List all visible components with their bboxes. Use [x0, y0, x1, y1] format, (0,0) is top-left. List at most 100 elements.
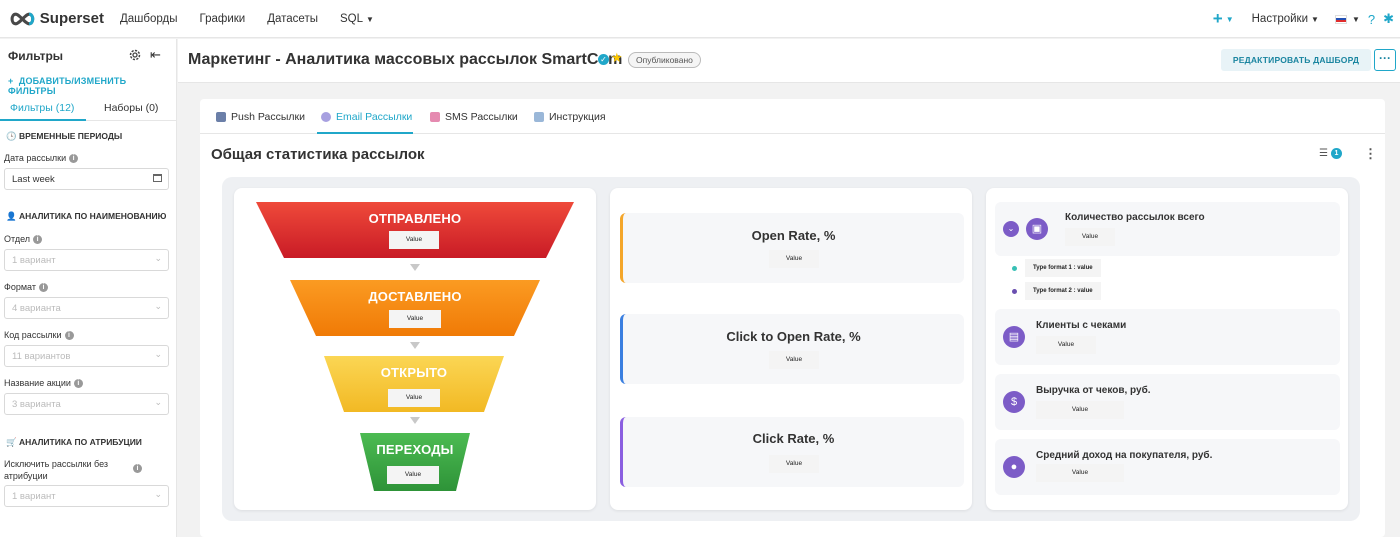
funnel-value: Value [388, 389, 440, 407]
dashboard-content: Push Рассылки Email Рассылки SMS Рассылк… [200, 99, 1385, 537]
settings-menu[interactable]: Настройки ▼ [1252, 13, 1319, 25]
exclude-select[interactable]: 1 вариант ⌄ [4, 485, 169, 507]
tab-sms[interactable]: SMS Рассылки [430, 111, 518, 123]
arrow-down-icon [410, 264, 420, 271]
settings-label: Настройки [1251, 13, 1309, 25]
funnel-label: ОТКРЫТО [380, 365, 448, 380]
code-select[interactable]: 11 вариантов ⌄ [4, 345, 169, 367]
nav-charts[interactable]: Графики [189, 13, 257, 25]
plus-icon[interactable]: + [1213, 9, 1223, 29]
arrow-down-icon [410, 417, 420, 424]
book-icon [534, 112, 544, 122]
info-icon: i [38, 282, 48, 292]
type-format-value: Type format 1 : value [1025, 259, 1101, 277]
clients-card: ▤ Клиенты с чеками Value [995, 309, 1340, 365]
funnel-label: ПЕРЕХОДЫ [376, 442, 454, 457]
sms-icon [430, 112, 440, 122]
funnel-value: Value [389, 310, 441, 328]
published-badge[interactable]: Опубликовано [628, 52, 701, 68]
rate-value: Value [769, 351, 819, 369]
kpi-title: Клиенты с чеками [1036, 320, 1127, 331]
open-rate-card: Open Rate, % Value [620, 213, 964, 283]
funnel-label: ОТПРАВЛЕНО [368, 211, 462, 226]
bug-icon[interactable]: ✱ [1383, 11, 1394, 27]
code-filter-label: Код рассылки i [4, 330, 74, 340]
info-icon: i [69, 153, 79, 163]
chevron-down-icon: ⌄ [154, 253, 162, 263]
funnel-step-sent: ОТПРАВЛЕНО Value [256, 202, 574, 258]
click-rate-card: Click Rate, % Value [620, 417, 964, 487]
chevron-down-icon[interactable]: ▼ [1226, 15, 1234, 24]
action-select[interactable]: 3 варианта ⌄ [4, 393, 169, 415]
format-placeholder: 4 варианта [12, 303, 61, 314]
funnel-panel: ОТПРАВЛЕНО Value ДОСТАВЛЕНО Value ОТКРЫТ… [234, 188, 596, 510]
dept-label-text: Отдел [4, 234, 31, 244]
section-by-name-label: АНАЛИТИКА ПО НАИМЕНОВАНИЮ [18, 211, 167, 221]
collapse-panel-icon[interactable]: ⇤ [150, 47, 161, 63]
dept-placeholder: 1 вариант [12, 255, 56, 266]
rate-title: Open Rate, % [751, 228, 836, 243]
total-mailings-card: ⌄ ▣ Количество рассылок всего Value [995, 202, 1340, 256]
kebab-menu-icon[interactable]: ⋮ [1364, 146, 1377, 162]
russian-flag-icon[interactable] [1334, 14, 1347, 24]
arrow-down-icon [410, 342, 420, 349]
date-label-text: Дата рассылки [4, 153, 67, 163]
superset-logo[interactable]: Superset [8, 10, 104, 27]
info-icon: i [133, 464, 142, 473]
box-icon: ▣ [1026, 218, 1048, 240]
kpi-value: Value [1036, 336, 1096, 354]
funnel-step-clicks: ПЕРЕХОДЫ Value [360, 433, 470, 491]
kpi-title: Выручка от чеков, руб. [1036, 385, 1151, 396]
dept-select[interactable]: 1 вариант ⌄ [4, 249, 169, 271]
tab-instructions[interactable]: Инструкция [534, 111, 606, 123]
chevron-down-icon: ⌄ [154, 397, 162, 407]
person-icon: ● [1003, 456, 1025, 478]
section-title: Общая статистика рассылок [211, 146, 425, 163]
add-edit-filters-label: ДОБАВИТЬ/ИЗМЕНИТЬ ФИЛЬТРЫ [8, 76, 127, 96]
tab-filter-sets[interactable]: Наборы (0) [104, 102, 158, 114]
stats-container: ОТПРАВЛЕНО Value ДОСТАВЛЕНО Value ОТКРЫТ… [222, 177, 1360, 521]
kpi-value: Value [1065, 228, 1115, 246]
nav-dashboards[interactable]: Дашборды [109, 13, 189, 25]
format-select[interactable]: 4 варианта ⌄ [4, 297, 169, 319]
dashboard-tabs: Push Рассылки Email Рассылки SMS Рассылк… [200, 99, 1385, 134]
type-format-2-row: Type format 2 : value [1012, 282, 1101, 300]
edit-dashboard-button[interactable]: РЕДАКТИРОВАТЬ ДАШБОРД [1221, 49, 1371, 71]
date-filter-input[interactable]: Last week [4, 168, 169, 190]
filters-title: Фильтры [8, 49, 64, 63]
email-icon [321, 112, 331, 122]
action-filter-label: Название акции i [4, 378, 83, 388]
exclude-label-text: Исключить рассылки без атрибуции [4, 459, 109, 481]
tab-filters[interactable]: Фильтры (12) [10, 102, 74, 114]
rate-title: Click Rate, % [752, 431, 835, 446]
dashboard-header: Маркетинг - Аналитика массовых рассылок … [178, 39, 1400, 83]
push-icon [216, 112, 226, 122]
format-label-text: Формат [4, 282, 36, 292]
add-edit-filters-button[interactable]: + ДОБАВИТЬ/ИЗМЕНИТЬ ФИЛЬТРЫ [8, 76, 176, 96]
section-attribution: 🛒 АНАЛИТИКА ПО АТРИБУЦИИ [6, 437, 142, 447]
tab-email[interactable]: Email Рассылки [321, 111, 412, 123]
chevron-down-icon[interactable]: ▼ [1352, 15, 1360, 24]
rate-value: Value [769, 455, 819, 473]
rate-value: Value [769, 250, 819, 268]
tab-email-label: Email Рассылки [336, 111, 413, 123]
info-icon: i [64, 330, 74, 340]
code-label-text: Код рассылки [4, 330, 62, 340]
tab-sms-label: SMS Рассылки [445, 111, 518, 123]
info-icon: i [73, 378, 83, 388]
action-placeholder: 3 варианта [12, 399, 61, 410]
nav-sql-label: SQL [339, 12, 363, 25]
money-bag-icon: $ [1003, 391, 1025, 413]
filter-indicator[interactable]: ☰ 1 [1319, 148, 1342, 159]
dashboard-title: Маркетинг - Аналитика массовых рассылок … [188, 51, 623, 68]
active-tab-indicator [317, 132, 413, 134]
help-icon[interactable]: ? [1368, 12, 1375, 27]
favorite-star-icon[interactable]: ★ [611, 50, 623, 66]
active-tab-indicator [0, 119, 86, 121]
chevron-down-icon[interactable]: ⌄ [1003, 221, 1019, 237]
more-options-button[interactable]: ··· [1374, 49, 1396, 71]
gear-icon[interactable] [128, 48, 142, 62]
nav-datasets[interactable]: Датасеты [256, 13, 329, 25]
tab-push[interactable]: Push Рассылки [216, 111, 305, 123]
nav-sql[interactable]: SQL ▼ [329, 13, 385, 25]
